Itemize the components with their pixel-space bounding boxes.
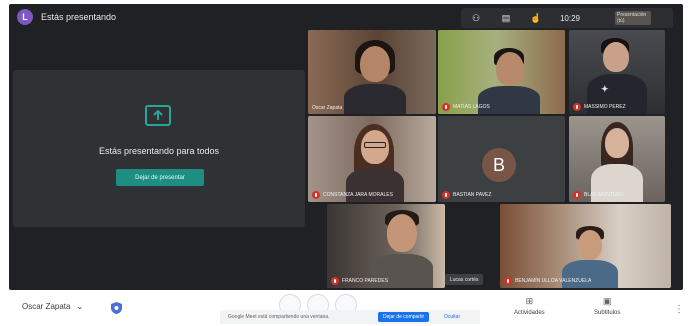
meet-call-area: L Estás presentando ⚇ ▤ ☝ 10:29 Presenta…: [9, 4, 683, 290]
activities-button[interactable]: ⊞ Actividades: [514, 296, 545, 316]
participant-name: BENJAMÍN ULLOA VALENZUELA: [504, 277, 591, 285]
participants-icon[interactable]: ⚇: [461, 13, 491, 24]
participant-name: MASSIMO PEREZ: [573, 103, 626, 111]
top-right-controls: ⚇ ▤ ☝ 10:29 Presentación (tú): [461, 8, 673, 28]
participant-name: FRANCO PAREDES: [331, 277, 388, 285]
mic-muted-icon: [312, 191, 320, 199]
meeting-user-name: Oscar Zapata: [22, 302, 71, 311]
participant-tile[interactable]: Oscar Zapata: [308, 30, 436, 114]
glasses-icon: [364, 142, 386, 148]
screen-share-notice: Google Meet está compartiendo una ventan…: [220, 310, 480, 324]
mic-muted-icon: [573, 103, 581, 111]
share-notice-text: Google Meet está compartiendo una ventan…: [228, 314, 330, 320]
presenter-avatar: L: [17, 9, 33, 25]
participant-tile[interactable]: CONSTANZA JARA MORALES: [308, 116, 436, 202]
participant-video: [438, 30, 565, 114]
chat-icon[interactable]: ▤: [491, 13, 521, 24]
participant-avatar: B: [482, 148, 516, 182]
participant-tile[interactable]: B BASTIAN PAVEZ: [438, 116, 565, 202]
screen: L Estás presentando ⚇ ▤ ☝ 10:29 Presenta…: [0, 0, 690, 326]
participant-tile[interactable]: BLAS MONTERO: [569, 116, 665, 202]
participant-tile[interactable]: FRANCO PAREDES: [327, 204, 445, 288]
raise-hand-icon[interactable]: ☝: [521, 13, 551, 24]
tile-label-chip: Lucas cortés: [445, 274, 484, 285]
self-view-label: Presentación (tú): [617, 12, 647, 24]
participant-video: [308, 30, 436, 114]
mic-muted-icon: [442, 103, 450, 111]
mic-muted-icon: [504, 277, 512, 285]
meeting-clock: 10:29: [559, 13, 581, 23]
participant-tile[interactable]: MATÍAS LAGOS: [438, 30, 565, 114]
captions-button[interactable]: ▣ Subtitulos: [594, 296, 620, 316]
self-view-tile[interactable]: Presentación (tú): [615, 11, 651, 25]
chevron-down-icon: ⌄: [76, 302, 84, 311]
shield-icon[interactable]: [110, 301, 123, 315]
mic-muted-icon: [331, 277, 339, 285]
participant-name: MATÍAS LAGOS: [442, 103, 490, 111]
stop-presenting-button[interactable]: Dejar de presentar: [116, 169, 204, 186]
participant-tile[interactable]: ✦ MASSIMO PEREZ: [569, 30, 665, 114]
activities-icon: ⊞: [525, 296, 534, 306]
participant-video: [500, 204, 671, 288]
top-bar: L Estás presentando ⚇ ▤ ☝ 10:29 Presenta…: [9, 4, 683, 30]
hide-notice-button[interactable]: Ocultar: [444, 312, 460, 322]
present-screen-icon: [145, 105, 171, 126]
captions-icon: ▣: [602, 296, 612, 306]
mic-muted-icon: [573, 191, 581, 199]
bottom-toolbar: Oscar Zapata ⌄ Google Meet está comparti…: [0, 290, 690, 326]
presenting-status-text: Estás presentando: [41, 12, 117, 22]
presentation-panel: Estás presentando para todos Dejar de pr…: [13, 70, 305, 227]
more-options-icon[interactable]: ⋮: [674, 304, 684, 315]
presentation-title: Estás presentando para todos: [98, 146, 220, 156]
participant-name: CONSTANZA JARA MORALES: [312, 191, 393, 199]
participant-video: [569, 116, 665, 202]
mic-muted-icon: [442, 191, 450, 199]
participant-video: [308, 116, 436, 202]
presenting-indicator[interactable]: L Estás presentando: [17, 9, 116, 25]
participant-name: BLAS MONTERO: [573, 191, 624, 199]
participant-name: BASTIAN PAVEZ: [442, 191, 491, 199]
stop-sharing-button[interactable]: Dejar de compartir: [378, 312, 430, 322]
participant-video: [327, 204, 445, 288]
participant-name: Oscar Zapata: [312, 105, 343, 111]
participant-video: ✦: [569, 30, 665, 114]
shirt-print-icon: ✦: [601, 84, 610, 94]
meeting-user-menu[interactable]: Oscar Zapata ⌄: [22, 302, 83, 311]
participant-tile[interactable]: BENJAMÍN ULLOA VALENZUELA: [500, 204, 671, 288]
